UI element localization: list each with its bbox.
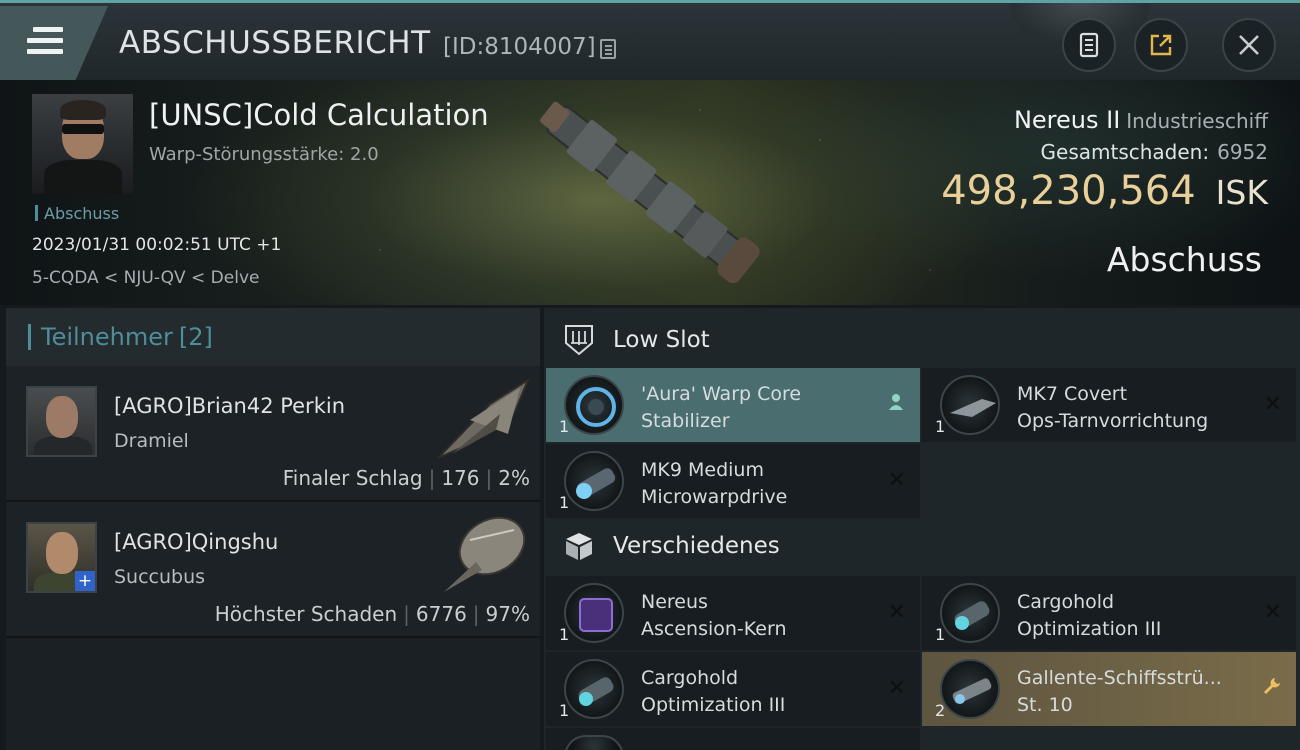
destroyed-x-icon: ✕ — [887, 676, 906, 701]
attacker-role: Finaler Schlag — [282, 466, 423, 490]
attacker-ship: Succubus — [114, 566, 206, 588]
victim-ship-image[interactable] — [520, 90, 780, 290]
attacker-row[interactable]: [AGRO]Brian42 Perkin Dramiel Finaler Sch… — [6, 366, 540, 502]
destroyed-x-icon: ✕ — [887, 468, 906, 493]
module-name-line1: Gallente-Schiffsstrü... — [1017, 667, 1222, 689]
module-name-line1: MK9 Medium — [641, 459, 764, 481]
misc-header: Verschiedenes — [544, 516, 1300, 576]
module-name-line2: Ascension-Kern — [641, 618, 787, 640]
module-name-line1: Cargohold — [641, 667, 739, 689]
module-item[interactable]: 1 MK7 Covert Ops-Tarnvorrichtung ✕ — [922, 368, 1296, 442]
module-name-line1: Nereus — [641, 591, 708, 613]
total-damage-value: 6952 — [1217, 140, 1268, 164]
isk-value: 498,230,564 — [941, 168, 1196, 214]
attacker-role: Höchster Schaden — [214, 602, 398, 626]
attacker-portrait[interactable]: + — [26, 522, 97, 593]
module-quantity: 1 — [935, 417, 946, 436]
low-slot-icon — [562, 323, 596, 357]
victim-name[interactable]: [UNSC]Cold Calculation — [149, 98, 489, 132]
participants-count: [2] — [178, 323, 213, 351]
isk-unit: ISK — [1215, 173, 1268, 212]
dropped-person-icon — [886, 392, 906, 418]
module-quantity: 1 — [559, 625, 570, 644]
kill-result: Abschuss — [1106, 240, 1262, 279]
kill-tag: Abschuss — [35, 204, 119, 223]
attacker-damage: 6776 — [415, 602, 467, 626]
close-button[interactable] — [1222, 18, 1276, 72]
module-name-line2: Microwarpdrive — [641, 486, 788, 508]
clipboard-button[interactable] — [1062, 18, 1116, 72]
attacker-ship-image[interactable] — [430, 510, 536, 596]
victim-portrait[interactable] — [32, 94, 133, 194]
module-name-line2: Stabilizer — [641, 410, 730, 432]
module-quantity: 1 — [559, 417, 570, 436]
attacker-damage: 176 — [441, 466, 480, 490]
module-name-line2: Optimization III — [1017, 618, 1162, 640]
module-icon — [564, 735, 624, 750]
low-slot-header: Low Slot — [544, 310, 1300, 370]
destroyed-x-icon: ✕ — [1263, 600, 1282, 625]
participants-header: Teilnehmer [2] — [6, 308, 540, 366]
attacker-ship: Dramiel — [114, 430, 189, 452]
menu-button[interactable] — [0, 6, 108, 80]
fitting-panel: Low Slot 1 'Aura' Warp Core Stabilizer 1 … — [544, 308, 1300, 750]
module-name-line2: Ops-Tarnvorrichtung — [1017, 410, 1209, 432]
total-damage-label: Gesamtschaden: — [1040, 140, 1210, 164]
victim-banner: [UNSC]Cold Calculation Warp-Störungsstär… — [0, 80, 1300, 305]
module-item[interactable] — [546, 728, 920, 750]
cube-icon — [562, 529, 596, 563]
warp-core-stabilizer-icon — [564, 375, 624, 435]
copy-icon[interactable] — [600, 39, 616, 59]
module-item[interactable]: 1 'Aura' Warp Core Stabilizer — [546, 368, 920, 442]
module-quantity: 2 — [935, 701, 946, 720]
attacker-portrait[interactable] — [26, 386, 97, 457]
cargohold-rig-icon — [940, 583, 1000, 643]
attacker-ship-image[interactable] — [430, 374, 536, 460]
top-bar: ABSCHUSSBERICHT [ID:8104007] — [0, 0, 1300, 80]
destroyed-x-icon: ✕ — [887, 600, 906, 625]
module-item[interactable]: 2 Gallente-Schiffsstrü... St. 10 — [922, 652, 1296, 726]
module-item[interactable]: 1 Cargohold Optimization III ✕ — [922, 576, 1296, 650]
attacker-percent: 97% — [485, 602, 530, 626]
attacker-name[interactable]: [AGRO]Brian42 Perkin — [114, 394, 345, 418]
module-name-line2: St. 10 — [1017, 694, 1073, 716]
participants-panel: Teilnehmer [2] [AGRO]Brian42 Perkin Dram… — [6, 308, 540, 750]
module-quantity: 1 — [559, 701, 570, 720]
close-icon — [1239, 35, 1259, 55]
module-name-line1: MK7 Covert — [1017, 383, 1128, 405]
victim-ship-class: Industrieschiff — [1126, 109, 1268, 133]
share-icon — [1150, 34, 1172, 56]
participants-label: Teilnehmer — [41, 323, 173, 351]
structure-skill-icon — [940, 659, 1000, 719]
victim-ship-name[interactable]: Nereus II — [1014, 106, 1120, 134]
cargohold-rig-icon — [564, 659, 624, 719]
kill-location[interactable]: 5-CQDA < NJU-QV < Delve — [32, 268, 259, 288]
module-item[interactable]: 1 MK9 Medium Microwarpdrive ✕ — [546, 444, 920, 518]
module-item[interactable]: 1 Cargohold Optimization III ✕ — [546, 652, 920, 726]
low-slot-label: Low Slot — [613, 327, 710, 353]
menu-icon — [27, 27, 63, 60]
clipboard-icon — [1079, 32, 1099, 58]
cloaking-device-icon — [940, 375, 1000, 435]
page-title: ABSCHUSSBERICHT — [119, 25, 431, 61]
kill-id: [ID:8104007] — [443, 34, 596, 60]
plus-icon: + — [75, 571, 95, 591]
module-item[interactable]: 1 Nereus Ascension-Kern ✕ — [546, 576, 920, 650]
attacker-row[interactable]: + [AGRO]Qingshu Succubus Höchster Schade… — [6, 502, 540, 638]
warp-disruption-strength: Warp-Störungsstärke: 2.0 — [149, 144, 379, 165]
wrench-icon — [1262, 676, 1282, 702]
module-quantity: 1 — [935, 625, 946, 644]
module-name-line1: 'Aura' Warp Core — [641, 383, 802, 405]
destroyed-x-icon: ✕ — [1263, 392, 1282, 417]
misc-label: Verschiedenes — [613, 533, 780, 559]
ascension-core-icon — [564, 583, 624, 643]
module-name-line2: Optimization III — [641, 694, 786, 716]
module-name-line1: Cargohold — [1017, 591, 1115, 613]
share-button[interactable] — [1134, 18, 1188, 72]
microwarpdrive-icon — [564, 451, 624, 511]
attacker-percent: 2% — [498, 466, 530, 490]
module-quantity: 1 — [559, 493, 570, 512]
attacker-name[interactable]: [AGRO]Qingshu — [114, 530, 278, 554]
kill-datetime: 2023/01/31 00:02:51 UTC +1 — [32, 235, 282, 255]
